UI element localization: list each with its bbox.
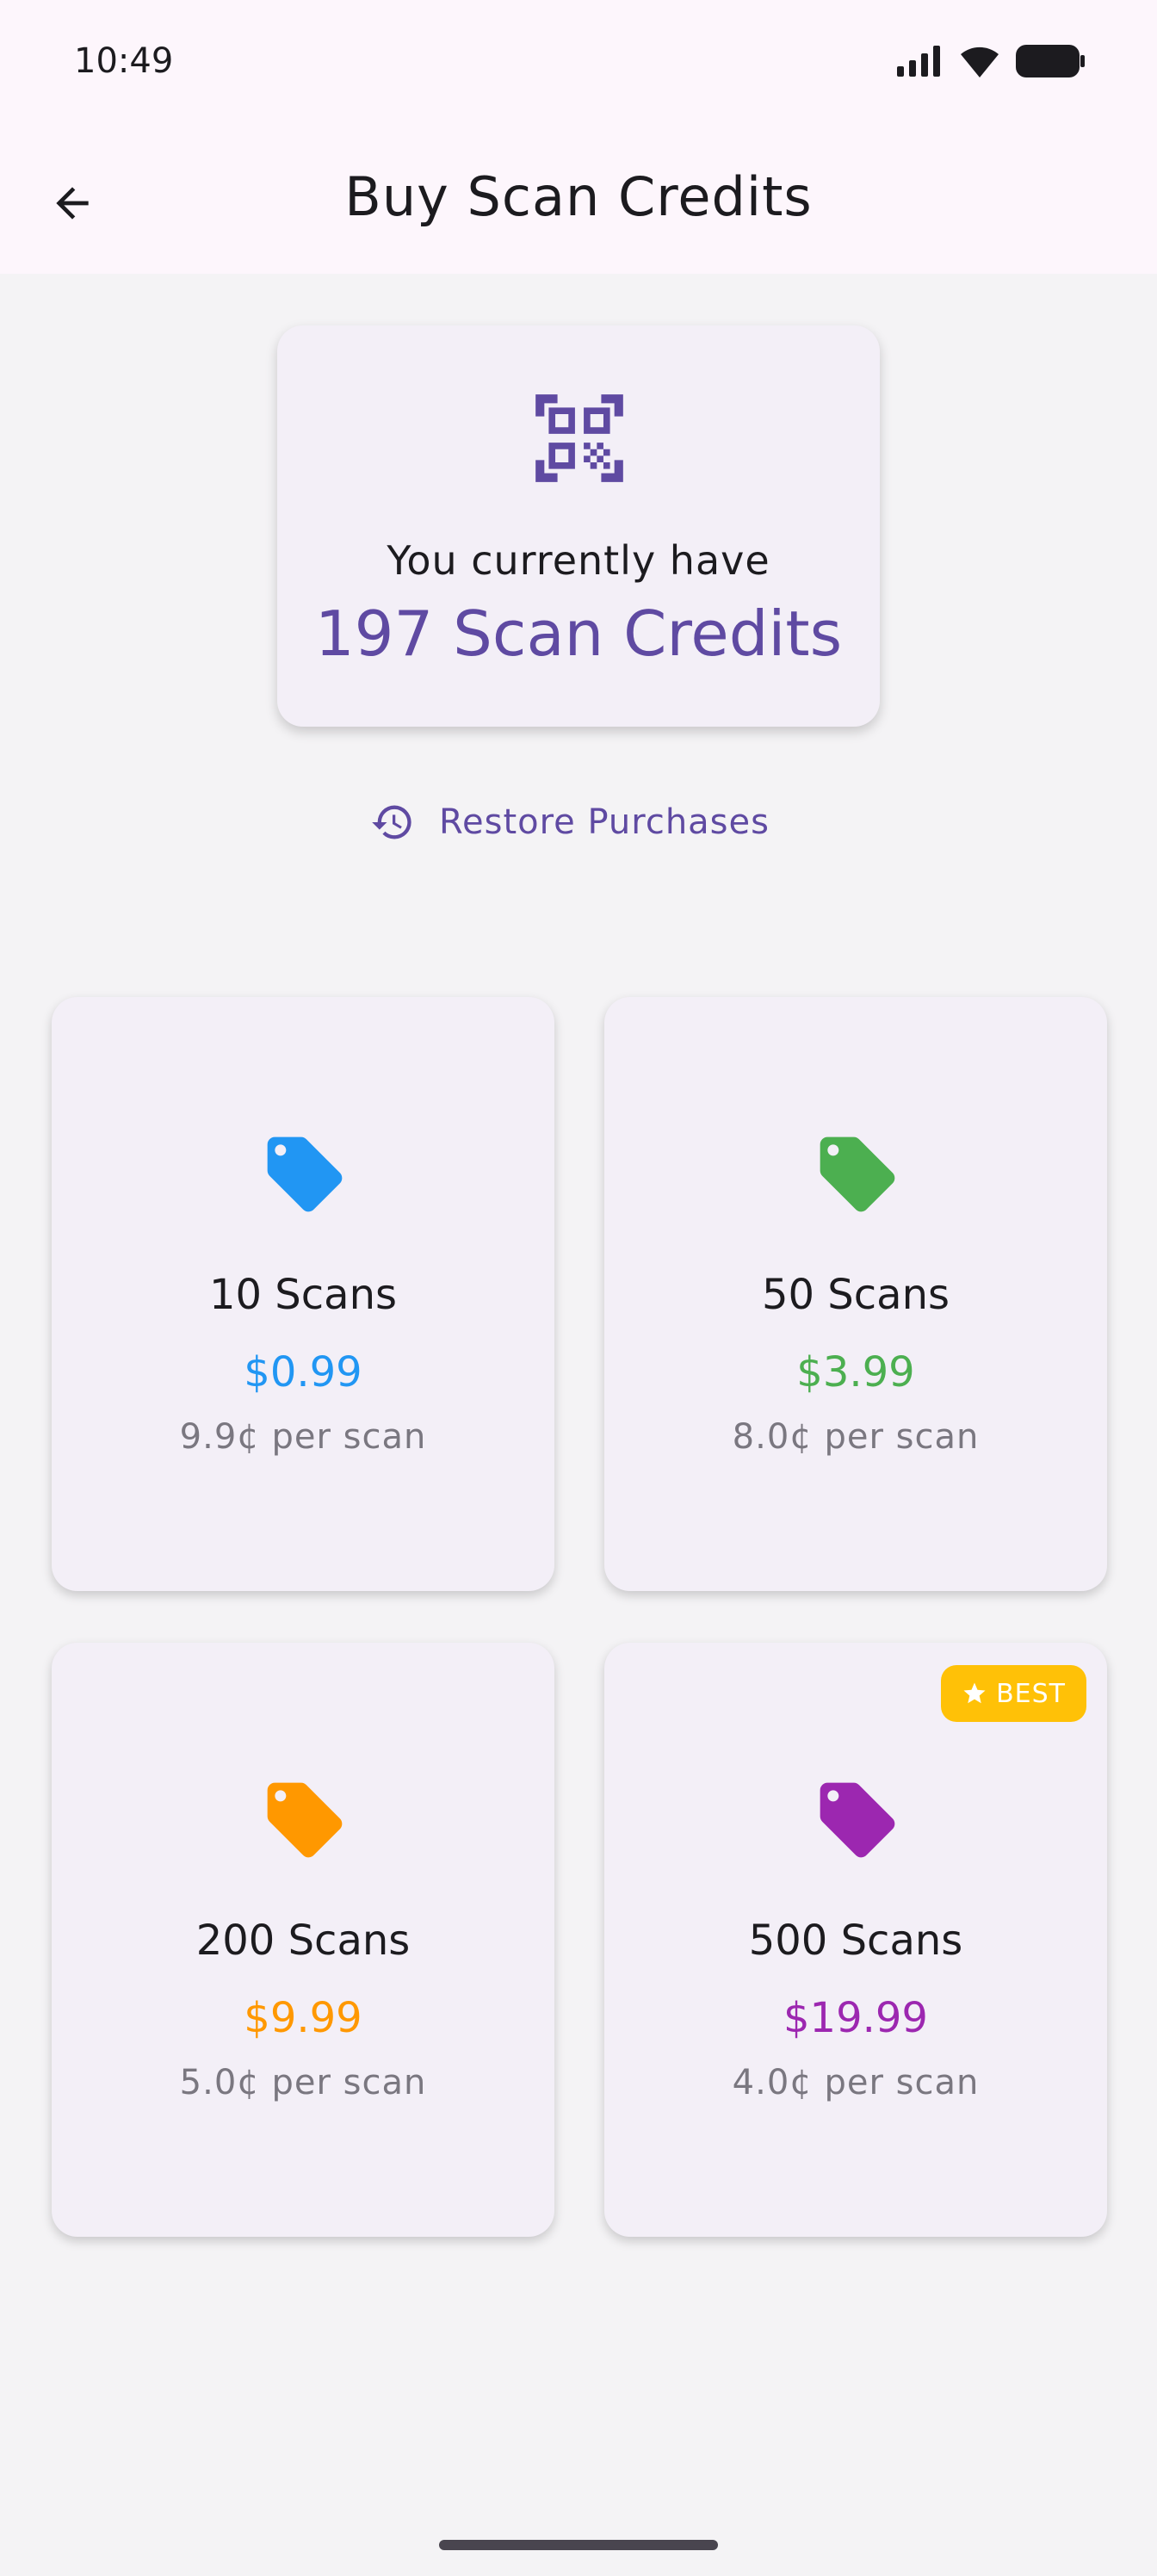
restore-purchases-button[interactable]: Restore Purchases [370, 792, 770, 852]
package-name: 200 Scans [195, 1917, 411, 1965]
history-icon [372, 805, 411, 839]
credits-caption: You currently have [387, 537, 770, 584]
qr-code-scanner-icon [535, 394, 623, 482]
package-per-scan: 5.0¢ per scan [179, 2063, 427, 2102]
buy-scan-credits-screen: 10:49 Buy Scan Credits You currently hav… [0, 0, 1157, 2576]
status-icons [897, 45, 1085, 77]
package-card-500[interactable]: BEST 500 Scans $19.99 4.0¢ per scan [604, 1643, 1107, 2237]
restore-label: Restore Purchases [439, 802, 770, 842]
package-per-scan: 9.9¢ per scan [179, 1417, 427, 1457]
best-value-badge: BEST [941, 1665, 1086, 1722]
package-card-10[interactable]: 10 Scans $0.99 9.9¢ per scan [52, 997, 554, 1591]
star-icon [963, 1682, 986, 1704]
package-name: 50 Scans [761, 1271, 950, 1319]
price-tag-icon [267, 1782, 343, 1858]
credits-card: You currently have 197 Scan Credits [277, 325, 880, 727]
page-title: Buy Scan Credits [344, 165, 813, 228]
package-price: $9.99 [244, 1994, 362, 2042]
battery-icon [1016, 45, 1085, 77]
package-price: $19.99 [783, 1994, 928, 2042]
best-badge-label: BEST [996, 1678, 1066, 1709]
status-time: 10:49 [74, 41, 174, 81]
wifi-icon [961, 46, 999, 77]
package-name: 10 Scans [208, 1271, 398, 1319]
credits-count: 197 Scan Credits [314, 598, 843, 670]
package-price: $0.99 [244, 1348, 362, 1396]
package-card-200[interactable]: 200 Scans $9.99 5.0¢ per scan [52, 1643, 554, 2237]
signal-icon [897, 46, 940, 77]
price-tag-icon [820, 1136, 895, 1212]
price-tag-icon [267, 1136, 343, 1212]
package-per-scan: 4.0¢ per scan [732, 2063, 980, 2102]
package-per-scan: 8.0¢ per scan [732, 1417, 980, 1457]
home-indicator[interactable] [439, 2540, 718, 2550]
package-name: 500 Scans [748, 1917, 963, 1965]
top-bar: 10:49 Buy Scan Credits [0, 0, 1157, 274]
package-price: $3.99 [796, 1348, 915, 1396]
price-tag-icon [820, 1782, 895, 1858]
package-card-50[interactable]: 50 Scans $3.99 8.0¢ per scan [604, 997, 1107, 1591]
